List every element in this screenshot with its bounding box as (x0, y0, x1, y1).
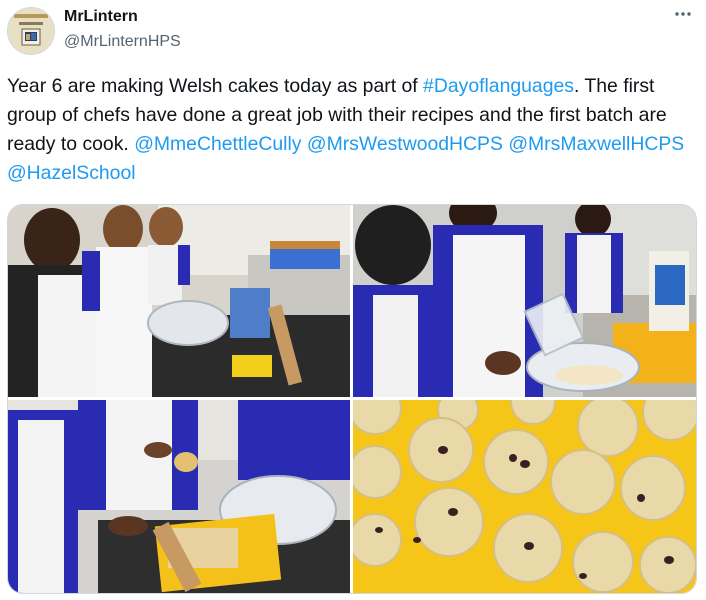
media-grid (7, 204, 697, 594)
mention-link[interactable]: @MmeChettleCully (134, 133, 301, 155)
photo-pupils-mixing-bowl[interactable] (353, 205, 696, 397)
hashtag-link[interactable]: #Dayoflanguages (423, 75, 574, 97)
mention-link[interactable]: @MrsMaxwellHCPS (508, 133, 684, 155)
photo-rolling-dough[interactable] (8, 400, 350, 593)
photo-children-thumbs-up[interactable] (8, 205, 350, 397)
tweet-text-part-1: Year 6 are making Welsh cakes today as p… (7, 75, 424, 97)
photo-welsh-cakes-on-board[interactable] (353, 400, 696, 593)
tweet-text: Year 6 are making Welsh cakes today as p… (7, 72, 697, 188)
avatar[interactable] (7, 7, 55, 55)
mention-link[interactable]: @HazelSchool (7, 162, 136, 184)
author-display-name[interactable]: MrLintern (64, 8, 138, 26)
author-handle[interactable]: @MrLinternHPS (64, 33, 181, 51)
mention-link[interactable]: @MrsWestwoodHCPS (307, 133, 503, 155)
tweet-card: MrLintern @MrLinternHPS Year 6 are makin… (0, 0, 706, 600)
more-options-icon[interactable] (671, 2, 695, 26)
